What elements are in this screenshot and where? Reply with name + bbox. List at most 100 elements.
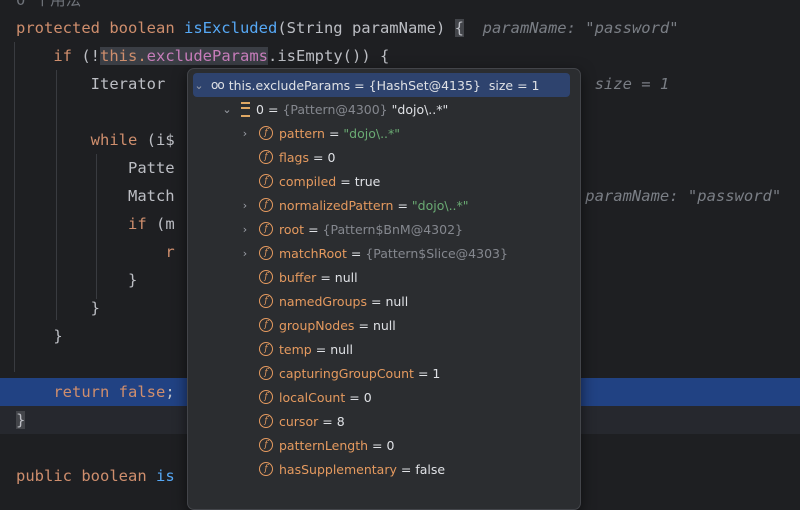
- equals-sign: =: [312, 149, 324, 165]
- field-row-localCount[interactable]: f localCount = 0: [193, 385, 570, 409]
- field-icon: f: [259, 462, 273, 476]
- expand-chevron-icon[interactable]: ›: [239, 223, 251, 236]
- equals-sign: =: [370, 293, 382, 309]
- code-token: if: [53, 47, 82, 65]
- expand-chevron-icon[interactable]: ›: [239, 247, 251, 260]
- code-token: (!: [81, 47, 100, 65]
- equals-sign: =: [349, 389, 360, 405]
- debugger-variables-popup[interactable]: ⌄ oo this.excludeParams = {HashSet@4135}…: [187, 68, 581, 510]
- field-value: 0: [363, 389, 372, 405]
- collapse-chevron-icon[interactable]: ⌄: [193, 79, 205, 92]
- equals-sign: =: [267, 101, 279, 117]
- equals-sign: =: [397, 197, 408, 213]
- variable-root-value: {HashSet@4135}: [368, 77, 481, 93]
- code-token: .isEmpty()) {: [268, 47, 390, 65]
- field-icon: f: [259, 222, 273, 236]
- element-value: "dojo\..*": [391, 101, 449, 117]
- field-icon: f: [259, 270, 273, 284]
- code-token: while: [90, 131, 147, 149]
- code-token: boolean: [109, 19, 184, 37]
- field-name: compiled: [279, 173, 337, 189]
- field-icon: f: [259, 174, 273, 188]
- field-value: {Pattern$Slice@4303}: [365, 245, 508, 261]
- equals-sign: =: [354, 77, 365, 93]
- field-row-hasSupplementary[interactable]: f hasSupplementary = false: [193, 457, 570, 481]
- field-row-matchRoot[interactable]: › f matchRoot = {Pattern$Slice@4303}: [193, 241, 570, 265]
- field-icon: f: [259, 390, 273, 404]
- field-name: pattern: [279, 125, 325, 141]
- field-row-patternLength[interactable]: f patternLength = 0: [193, 433, 570, 457]
- expand-chevron-icon[interactable]: ›: [239, 127, 251, 140]
- element-row[interactable]: ⌄ 0 = {Pattern@4300} "dojo\..*": [193, 97, 570, 121]
- code-line[interactable]: 0 个用法: [0, 0, 800, 14]
- field-name: hasSupplementary: [279, 461, 397, 477]
- field-value: true: [354, 173, 381, 189]
- field-row-flags[interactable]: f flags = 0: [193, 145, 570, 169]
- field-name: localCount: [279, 389, 346, 405]
- code-token: paramName: "password": [585, 187, 782, 205]
- equals-sign: =: [340, 173, 351, 189]
- field-icon: f: [259, 150, 273, 164]
- field-name: root: [279, 221, 305, 237]
- field-icon: f: [259, 246, 273, 260]
- code-token: (String paramName): [277, 19, 455, 37]
- field-icon: f: [259, 198, 273, 212]
- code-token: is: [155, 467, 175, 485]
- field-name: namedGroups: [279, 293, 367, 309]
- code-token: Patte: [16, 159, 175, 177]
- field-row-root[interactable]: › f root = {Pattern$BnM@4302}: [193, 217, 570, 241]
- equals-sign: =: [308, 221, 319, 237]
- code-token: this.: [100, 47, 147, 65]
- element-object: {Pattern@4300}: [282, 101, 388, 117]
- field-value: "dojo\..*": [411, 197, 469, 213]
- field-value: null: [334, 269, 358, 285]
- field-row-temp[interactable]: f temp = null: [193, 337, 570, 361]
- code-line[interactable]: protected boolean isExcluded(String para…: [0, 14, 800, 42]
- field-value: 0: [327, 149, 336, 165]
- code-token: (i$: [146, 131, 175, 149]
- field-value: false: [415, 461, 446, 477]
- field-row-cursor[interactable]: f cursor = 8: [193, 409, 570, 433]
- field-row-buffer[interactable]: f buffer = null: [193, 265, 570, 289]
- code-token: return: [53, 383, 119, 401]
- field-name: normalizedPattern: [279, 197, 394, 213]
- variable-root-name: this.excludeParams: [228, 77, 351, 93]
- code-line[interactable]: if (!this.excludeParams.isEmpty()) {: [0, 42, 800, 70]
- collapse-chevron-icon[interactable]: ⌄: [221, 103, 233, 116]
- code-token: boolean: [81, 467, 156, 485]
- code-token: }: [16, 411, 26, 429]
- code-token: Match: [16, 187, 175, 205]
- field-row-groupNodes[interactable]: f groupNodes = null: [193, 313, 570, 337]
- variable-root-size: size = 1: [488, 77, 540, 93]
- field-row-namedGroups[interactable]: f namedGroups = null: [193, 289, 570, 313]
- equals-sign: =: [322, 413, 333, 429]
- field-row-compiled[interactable]: f compiled = true: [193, 169, 570, 193]
- field-name: patternLength: [279, 437, 369, 453]
- field-name: matchRoot: [279, 245, 347, 261]
- field-row-pattern[interactable]: › f pattern = "dojo\..*": [193, 121, 570, 145]
- array-element-icon: [241, 101, 250, 117]
- field-row-normalizedPattern[interactable]: › f normalizedPattern = "dojo\..*": [193, 193, 570, 217]
- field-name: cursor: [279, 413, 319, 429]
- field-icon: f: [259, 126, 273, 140]
- field-value: null: [330, 341, 353, 357]
- expand-chevron-icon[interactable]: ›: [239, 199, 251, 212]
- watch-glasses-icon: oo: [211, 78, 225, 92]
- field-icon: f: [259, 438, 273, 452]
- field-value: {Pattern$BnM@4302}: [322, 221, 463, 237]
- equals-sign: =: [358, 317, 369, 333]
- field-name: flags: [279, 149, 309, 165]
- equals-sign: =: [328, 125, 340, 141]
- variable-root-row[interactable]: ⌄ oo this.excludeParams = {HashSet@4135}…: [193, 73, 570, 97]
- equals-sign: =: [417, 365, 429, 381]
- code-token: (m: [155, 215, 175, 233]
- field-icon: f: [259, 318, 273, 332]
- code-token: }: [16, 327, 63, 345]
- element-index: 0: [256, 101, 264, 117]
- field-row-capturingGroupCount[interactable]: f capturingGroupCount = 1: [193, 361, 570, 385]
